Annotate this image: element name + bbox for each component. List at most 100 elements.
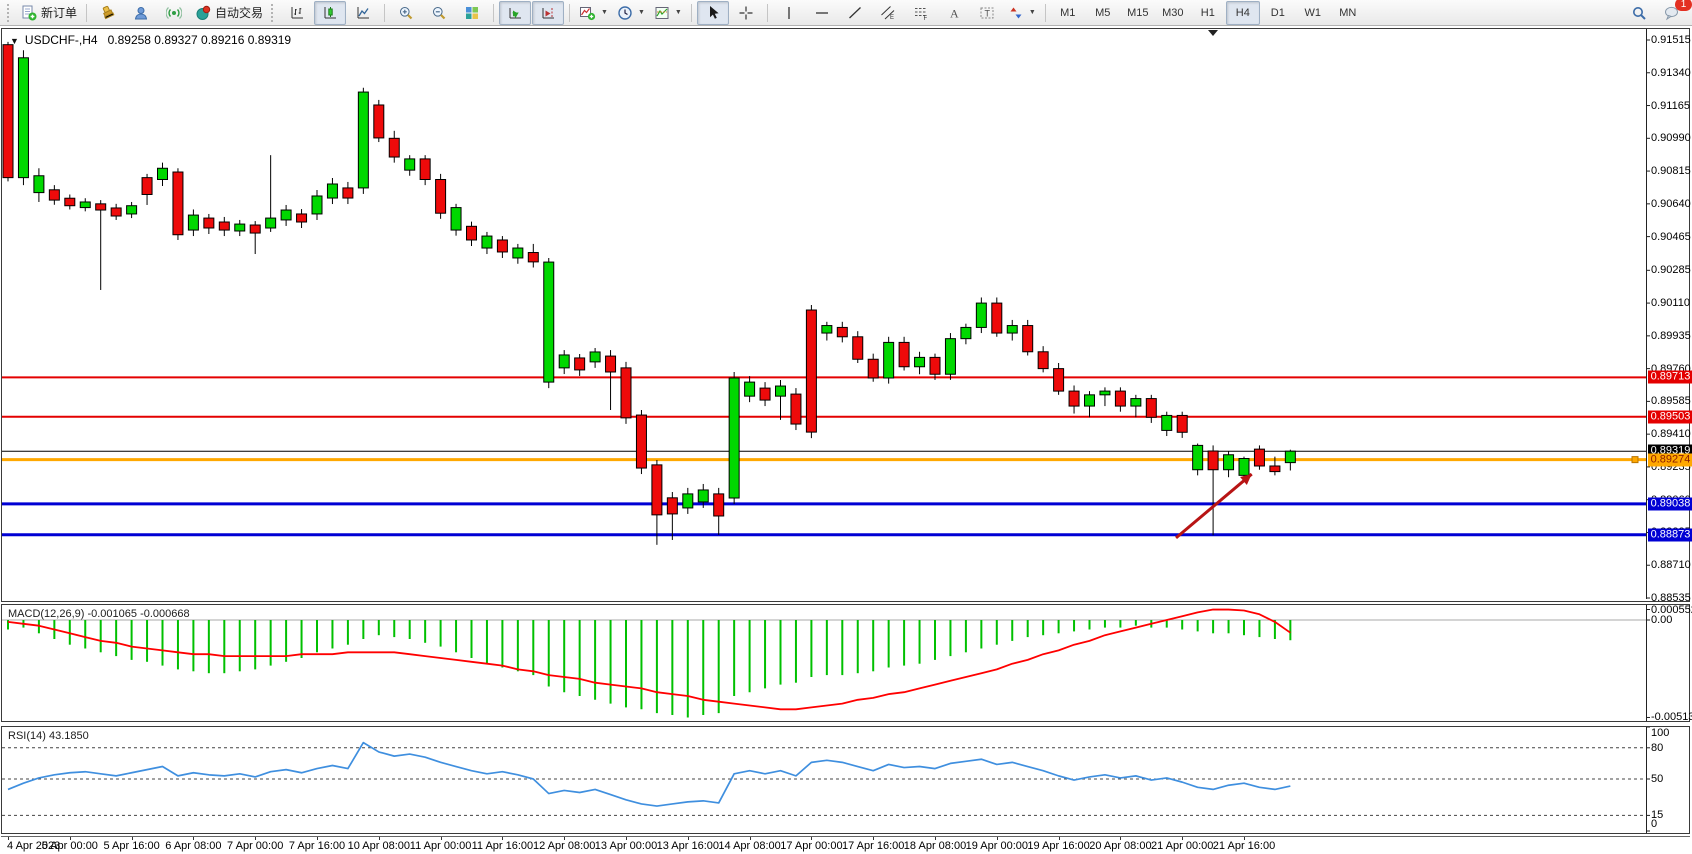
- price-tick-label: 0.90110: [1651, 297, 1690, 309]
- price-tick-label: 0.89585: [1651, 395, 1691, 407]
- main-toolbar: 新订单 自动交易: [0, 0, 1692, 26]
- signal-button[interactable]: [158, 1, 190, 25]
- toolbar-separator: [86, 4, 87, 22]
- crosshair-button[interactable]: [730, 1, 762, 25]
- indicators-icon: [579, 5, 596, 21]
- toolbar-grip[interactable]: [7, 4, 13, 22]
- price-plot[interactable]: [2, 29, 1689, 601]
- price-tick-label: 0.90990: [1651, 132, 1691, 144]
- price-line-badge: 0.89274: [1648, 453, 1692, 466]
- time-tick-label: 12 Apr 08:00: [533, 840, 595, 852]
- fibonacci-icon: F: [913, 5, 929, 21]
- auto-trading-icon: [195, 5, 211, 21]
- user-icon: [133, 5, 149, 21]
- symbol-timeframe-label: USDCHF-,H4: [25, 33, 98, 47]
- search-icon: [1631, 5, 1647, 21]
- zoom-in-icon: [398, 5, 414, 21]
- auto-trading-button[interactable]: 自动交易: [191, 1, 267, 25]
- new-order-label: 新订单: [40, 4, 77, 21]
- rsi-plot[interactable]: [2, 727, 1689, 833]
- time-tick-label: 7 Apr 00:00: [227, 840, 283, 852]
- timeframe-h1[interactable]: H1: [1191, 1, 1225, 25]
- auto-trading-label: 自动交易: [214, 4, 263, 21]
- time-tick-label: 19 Apr 16:00: [1027, 840, 1089, 852]
- clock-icon: [617, 5, 633, 21]
- timeframe-m5[interactable]: M5: [1086, 1, 1120, 25]
- toolbar-grip[interactable]: [271, 4, 277, 22]
- fibonacci-button[interactable]: F: [905, 1, 937, 25]
- periods-button[interactable]: ▼: [613, 1, 649, 25]
- profile-button[interactable]: [125, 1, 157, 25]
- timeframe-h4[interactable]: H4: [1226, 1, 1260, 25]
- time-tick-label: 18 Apr 08:00: [904, 840, 966, 852]
- timeframe-mn[interactable]: MN: [1331, 1, 1365, 25]
- ohlc-values: 0.89258 0.89327 0.89216 0.89319: [108, 33, 292, 47]
- price-tick-label: 0.90465: [1651, 231, 1691, 243]
- chart-shift-marker[interactable]: [1208, 30, 1218, 36]
- macd-plot[interactable]: [2, 605, 1689, 721]
- price-tick-label: 0.88710: [1651, 559, 1691, 571]
- macd-pane: MACD(12,26,9) -0.001065 -0.000668 0.0005…: [1, 604, 1690, 722]
- rsi-label: RSI(14) 43.1850: [8, 730, 89, 742]
- candlestick-chart-button[interactable]: [314, 1, 346, 25]
- timeframe-group: M1M5M15M30H1H4D1W1MN: [1051, 1, 1365, 25]
- toolbar-separator: [1045, 4, 1046, 22]
- text-button[interactable]: A: [938, 1, 970, 25]
- seal-button[interactable]: [92, 1, 124, 25]
- time-axis[interactable]: 4 Apr 20235 Apr 00:005 Apr 16:006 Apr 08…: [1, 836, 1690, 854]
- timeframe-d1[interactable]: D1: [1261, 1, 1295, 25]
- indicators-button[interactable]: ▼: [575, 1, 612, 25]
- timeframe-m15[interactable]: M15: [1121, 1, 1155, 25]
- chevron-down-icon: ▼: [1029, 9, 1036, 16]
- crosshair-icon: [738, 5, 754, 21]
- candlestick-chart-icon: [322, 5, 338, 21]
- chart-title: ▼ USDCHF-,H4 0.89258 0.89327 0.89216 0.893…: [10, 33, 291, 47]
- vertical-line-icon: [781, 5, 797, 21]
- timeframe-m1[interactable]: M1: [1051, 1, 1085, 25]
- chevron-down-icon: ▼: [675, 9, 682, 16]
- timeframe-m30[interactable]: M30: [1156, 1, 1190, 25]
- search-button[interactable]: [1623, 1, 1655, 25]
- rsi-tick-label: 80: [1651, 742, 1663, 754]
- time-tick-label: 21 Apr 16:00: [1213, 840, 1275, 852]
- time-tick-label: 5 Apr 00:00: [42, 840, 98, 852]
- text-icon: A: [946, 5, 962, 21]
- price-tick-label: 0.89935: [1651, 330, 1691, 342]
- timeframe-w1[interactable]: W1: [1296, 1, 1330, 25]
- time-tick-label: 21 Apr 00:00: [1151, 840, 1213, 852]
- auto-scroll-button[interactable]: [499, 1, 531, 25]
- text-label-icon: T: [979, 5, 995, 21]
- trendline-button[interactable]: [839, 1, 871, 25]
- bar-chart-icon: [289, 5, 305, 21]
- price-line-badge: 0.89038: [1648, 497, 1692, 510]
- zoom-in-button[interactable]: [390, 1, 422, 25]
- new-order-button[interactable]: 新订单: [17, 1, 81, 25]
- price-tick-label: 0.91340: [1651, 67, 1691, 79]
- equidistant-channel-button[interactable]: E: [872, 1, 904, 25]
- templates-button[interactable]: ▼: [650, 1, 686, 25]
- text-label-button[interactable]: T: [971, 1, 1003, 25]
- vertical-line-button[interactable]: [773, 1, 805, 25]
- rsi-tick-label: 100: [1651, 727, 1669, 739]
- symbol-menu-icon[interactable]: ▼: [10, 36, 19, 46]
- tile-windows-button[interactable]: [456, 1, 488, 25]
- time-tick-label: 17 Apr 00:00: [780, 840, 842, 852]
- cursor-button[interactable]: [697, 1, 729, 25]
- chart-shift-button[interactable]: [532, 1, 564, 25]
- chat-button[interactable]: 1: [1656, 1, 1688, 25]
- bar-chart-button[interactable]: [281, 1, 313, 25]
- macd-tick-label: 0.00: [1651, 614, 1672, 626]
- arrows-button[interactable]: ▼: [1004, 1, 1040, 25]
- toolbar-separator: [384, 4, 385, 22]
- time-tick-label: 13 Apr 16:00: [657, 840, 719, 852]
- zoom-out-button[interactable]: [423, 1, 455, 25]
- rsi-pane: RSI(14) 43.1850 1008050150: [1, 726, 1690, 834]
- horizontal-line-button[interactable]: [806, 1, 838, 25]
- time-tick-label: 17 Apr 16:00: [842, 840, 904, 852]
- price-tick-label: 0.91515: [1651, 34, 1691, 46]
- price-tick-label: 0.90815: [1651, 165, 1691, 177]
- arrows-icon: [1008, 5, 1024, 21]
- toolbar-separator: [691, 4, 692, 22]
- toolbar-separator: [767, 4, 768, 22]
- line-chart-button[interactable]: [347, 1, 379, 25]
